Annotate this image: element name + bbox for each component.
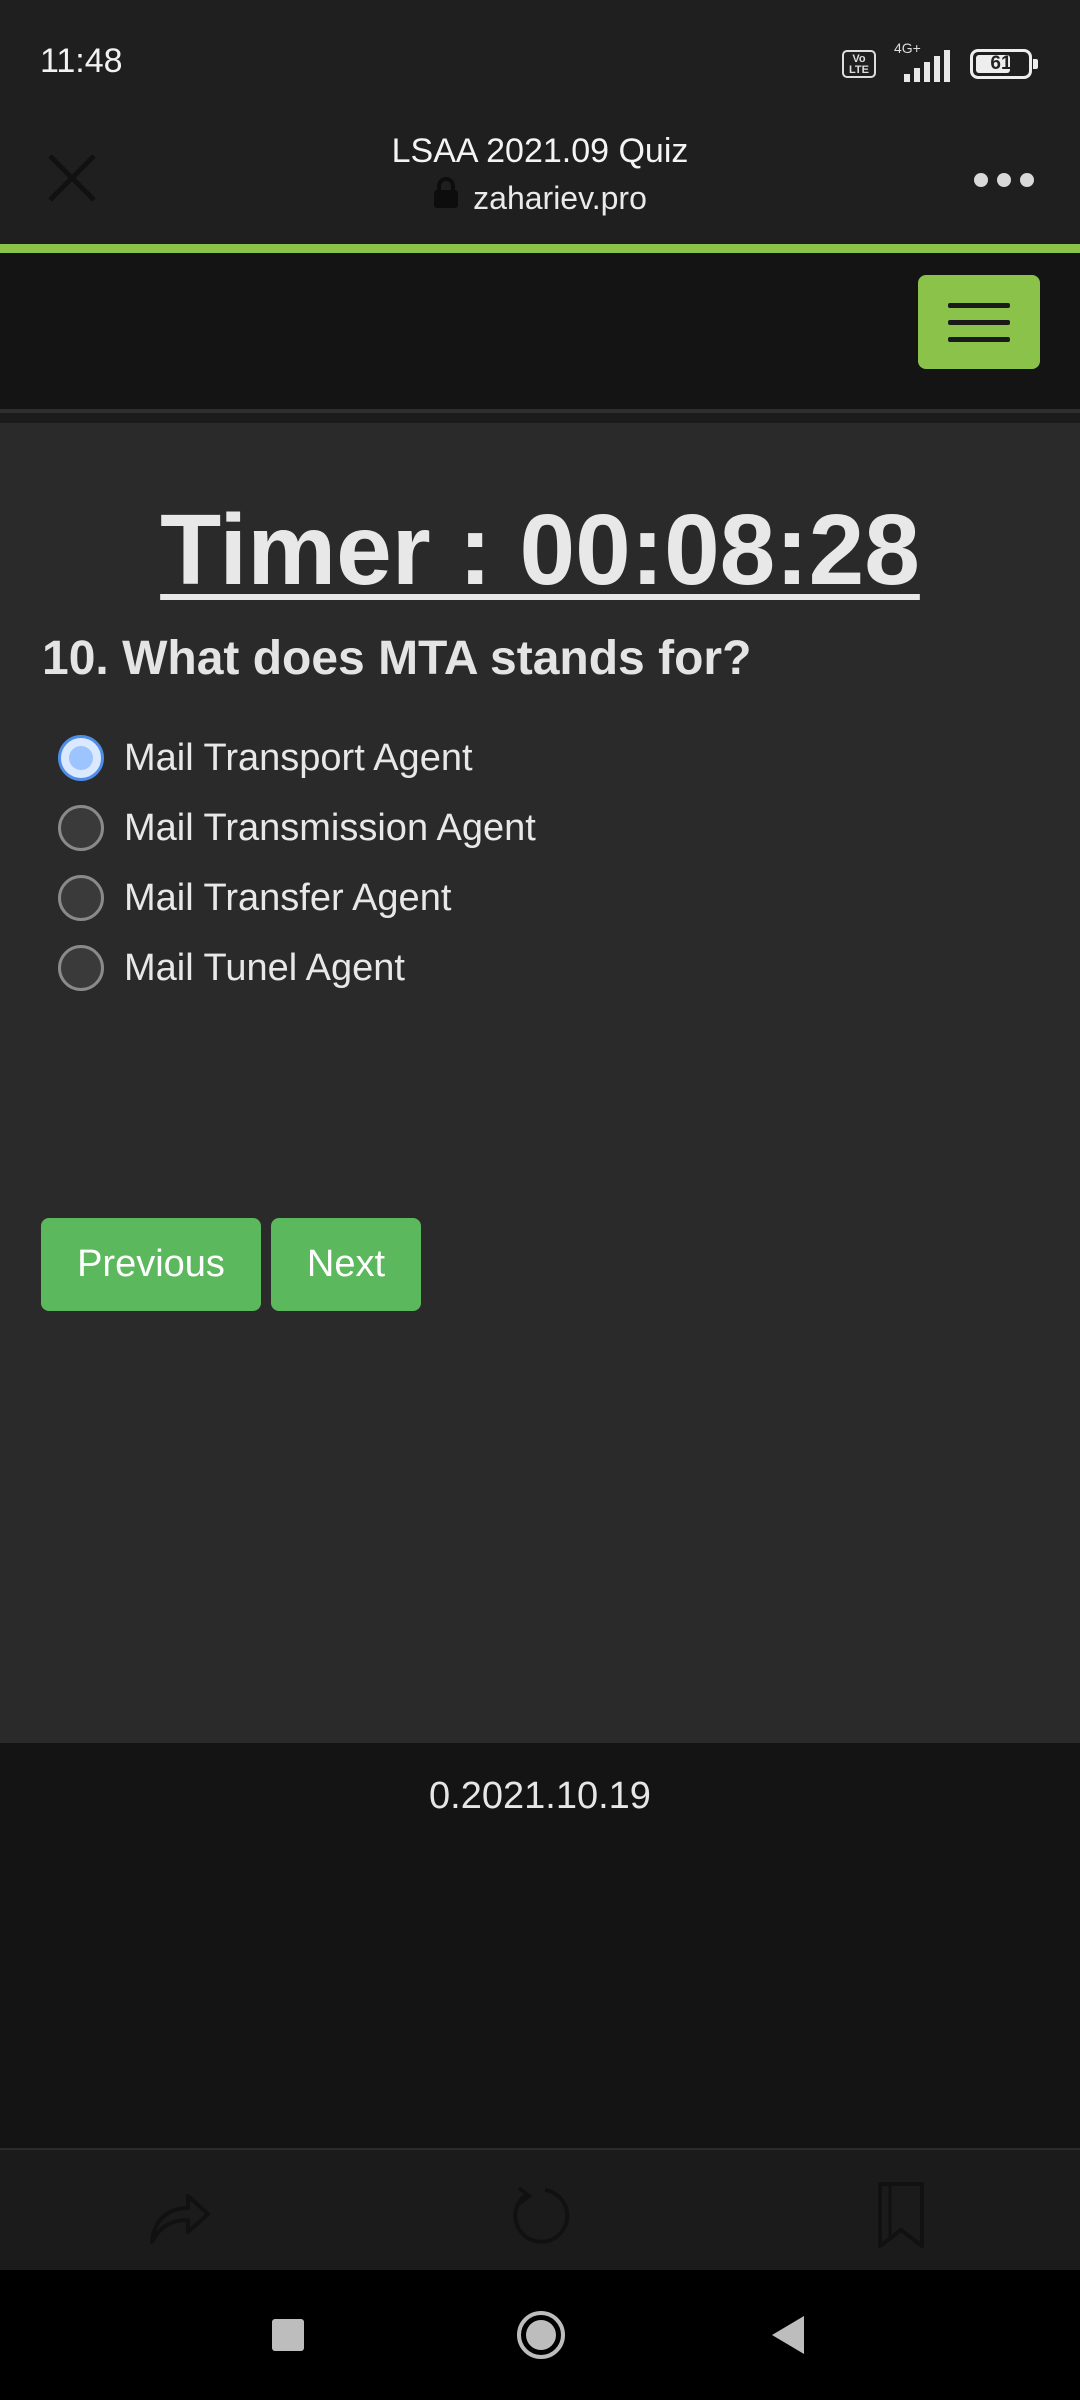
answer-option[interactable]: Mail Tunel Agent	[58, 933, 536, 1003]
back-icon[interactable]	[768, 2314, 808, 2361]
site-footer: 0.2021.10.19	[0, 1743, 1080, 2150]
page-load-progress	[0, 244, 1080, 253]
status-icons: Vo LTE 4G+ 61	[842, 40, 1038, 82]
signal-icon: 4G+	[890, 40, 956, 82]
radio-button[interactable]	[58, 805, 104, 851]
answer-label: Mail Transfer Agent	[124, 876, 452, 919]
more-options-icon[interactable]	[974, 162, 1040, 198]
previous-button[interactable]: Previous	[41, 1218, 261, 1311]
answer-label: Mail Transport Agent	[124, 736, 473, 779]
share-icon[interactable]	[144, 2180, 214, 2250]
recents-icon[interactable]	[270, 2317, 306, 2358]
lock-icon	[433, 176, 459, 217]
page-url[interactable]: zahariev.pro	[0, 176, 1080, 221]
radio-button[interactable]	[58, 875, 104, 921]
url-text: zahariev.pro	[473, 180, 647, 216]
system-navigation-bar	[0, 2270, 1080, 2400]
bookmark-icon[interactable]	[866, 2180, 936, 2250]
radio-button-selected[interactable]	[58, 735, 104, 781]
hamburger-menu-icon[interactable]	[918, 275, 1040, 369]
volte-icon: Vo LTE	[842, 50, 876, 78]
next-button[interactable]: Next	[271, 1218, 421, 1311]
home-icon[interactable]	[516, 2310, 566, 2365]
battery-level: 61	[990, 53, 1012, 74]
radio-button[interactable]	[58, 945, 104, 991]
reload-icon[interactable]	[505, 2180, 575, 2250]
answer-option[interactable]: Mail Transport Agent	[58, 723, 536, 793]
answer-label: Mail Transmission Agent	[124, 806, 536, 849]
status-bar: 11:48 Vo LTE 4G+ 61	[0, 0, 1080, 118]
site-navbar	[0, 253, 1080, 413]
quiz-panel: Timer : 00:08:28 10. What does MTA stand…	[0, 423, 1080, 1743]
answer-label: Mail Tunel Agent	[124, 946, 405, 989]
question-text: 10. What does MTA stands for?	[42, 632, 752, 685]
answer-option[interactable]: Mail Transmission Agent	[58, 793, 536, 863]
quiz-timer: Timer : 00:08:28	[160, 494, 920, 606]
page-title: LSAA 2021.09 Quiz	[391, 132, 689, 170]
answer-option[interactable]: Mail Transfer Agent	[58, 863, 536, 933]
answer-options: Mail Transport Agent Mail Transmission A…	[58, 723, 536, 1003]
status-time: 11:48	[40, 42, 123, 80]
browser-header: LSAA 2021.09 Quiz zahariev.pro	[0, 118, 1080, 244]
browser-toolbar	[0, 2150, 1080, 2270]
version-text: 0.2021.10.19	[429, 1775, 651, 1817]
battery-icon: 61	[970, 49, 1038, 79]
